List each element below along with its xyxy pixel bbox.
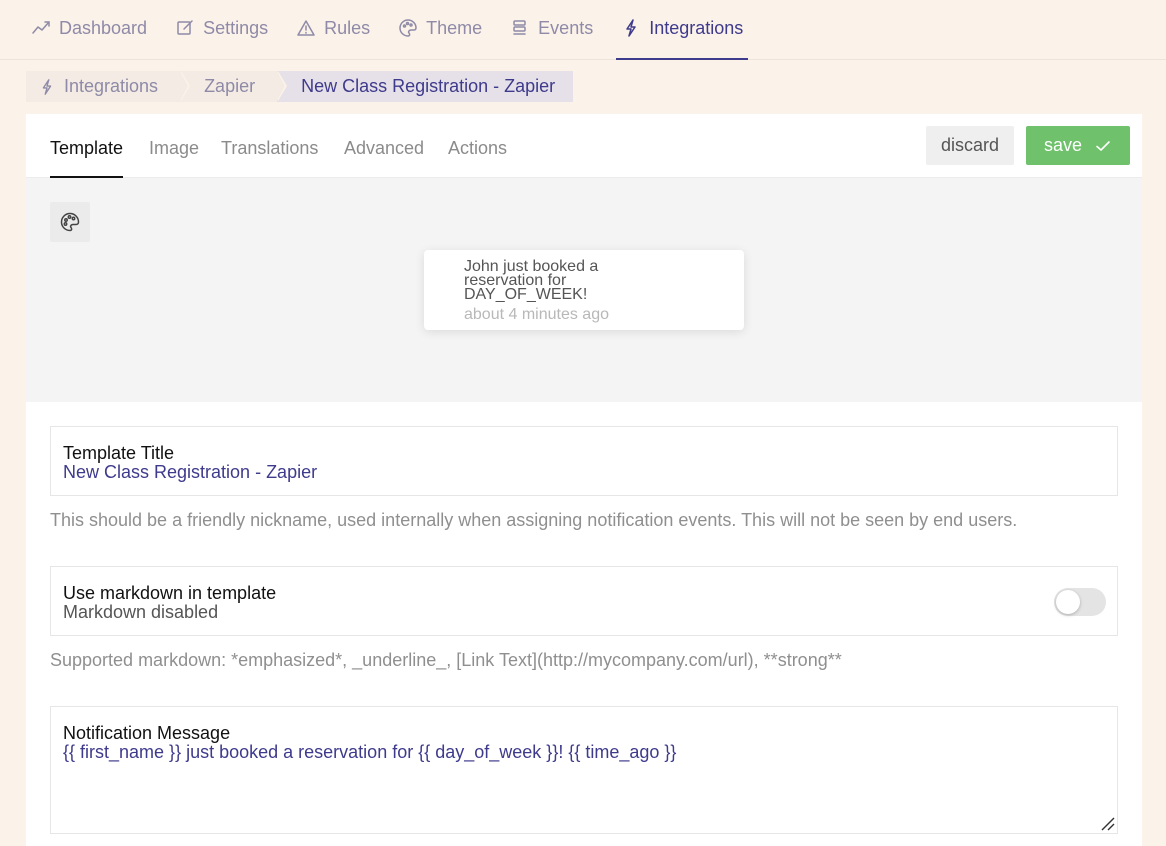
breadcrumb-label: Zapier bbox=[204, 76, 256, 96]
chart-line-icon bbox=[32, 21, 50, 34]
field-label: Template Title bbox=[63, 443, 175, 463]
checkmark-icon bbox=[1096, 140, 1110, 151]
notification-preview-message: John just booked a reservation for DAY_O… bbox=[464, 258, 599, 303]
template-title-input[interactable]: New Class Registration - Zapier bbox=[63, 463, 1105, 481]
nav-item-integrations[interactable]: Integrations bbox=[616, 0, 749, 60]
breadcrumb-label: New Class Registration - Zapier bbox=[301, 76, 556, 96]
template-title-field[interactable]: Template Title New Class Registration - … bbox=[50, 426, 1118, 496]
tab-actions[interactable]: Actions bbox=[448, 138, 507, 178]
notification-message-input[interactable]: {{ first_name }} just booked a reservati… bbox=[63, 743, 1105, 761]
notification-preview-time: about 4 minutes ago bbox=[464, 306, 609, 323]
field-label: Use markdown in template bbox=[63, 583, 277, 603]
list-icon bbox=[513, 20, 526, 35]
toggle-knob bbox=[1056, 590, 1080, 614]
tab-image[interactable]: Image bbox=[149, 138, 199, 178]
markdown-status: Markdown disabled bbox=[63, 602, 219, 622]
tab-translations[interactable]: Translations bbox=[221, 138, 318, 178]
nav-item-rules[interactable]: Rules bbox=[291, 0, 375, 56]
nav-item-label: Integrations bbox=[649, 17, 744, 38]
tab-template[interactable]: Template bbox=[50, 138, 124, 178]
notification-preview-card: John just booked a reservation for DAY_O… bbox=[424, 250, 744, 330]
palette-icon bbox=[60, 212, 80, 232]
notification-preview-area: John just booked a reservation for DAY_O… bbox=[26, 178, 1142, 402]
tab-advanced[interactable]: Advanced bbox=[344, 138, 424, 178]
tab-bar: Template Image Translations Advanced Act… bbox=[26, 114, 1142, 178]
breadcrumb-item-zapier[interactable]: Zapier bbox=[180, 71, 288, 102]
breadcrumb: Integrations Zapier New Class Registrati… bbox=[26, 71, 574, 102]
nav-item-label: Dashboard bbox=[59, 17, 148, 38]
top-nav: Dashboard Settings Rules Theme Events In… bbox=[0, 0, 1166, 60]
markdown-toggle[interactable] bbox=[1054, 588, 1106, 616]
save-button-label: save bbox=[1043, 135, 1083, 155]
save-button[interactable]: save bbox=[1026, 126, 1130, 165]
markdown-help: Supported markdown: *emphasized*, _under… bbox=[50, 650, 842, 670]
breadcrumb-label: Integrations bbox=[64, 76, 159, 96]
nav-item-settings[interactable]: Settings bbox=[170, 0, 273, 56]
bolt-icon bbox=[626, 19, 636, 37]
nav-item-label: Events bbox=[538, 17, 594, 38]
nav-item-label: Settings bbox=[203, 17, 269, 38]
resize-grip-icon bbox=[1101, 817, 1115, 831]
discard-button[interactable]: discard bbox=[926, 126, 1014, 165]
nav-item-label: Rules bbox=[324, 17, 371, 38]
field-label: Notification Message bbox=[63, 723, 231, 743]
template-title-help: This should be a friendly nickname, used… bbox=[50, 510, 1018, 530]
nav-item-theme[interactable]: Theme bbox=[393, 0, 487, 56]
nav-item-dashboard[interactable]: Dashboard bbox=[26, 0, 152, 56]
resize-handle[interactable] bbox=[1099, 815, 1115, 831]
breadcrumb-item-current: New Class Registration - Zapier bbox=[277, 71, 574, 102]
edit-icon bbox=[177, 20, 193, 35]
bolt-icon bbox=[42, 78, 52, 95]
nav-item-label: Theme bbox=[426, 17, 483, 38]
nav-item-events[interactable]: Events bbox=[505, 0, 598, 56]
palette-icon bbox=[399, 19, 417, 37]
theme-picker-button[interactable] bbox=[50, 202, 90, 242]
warning-icon bbox=[297, 20, 315, 36]
editor-card: Template Image Translations Advanced Act… bbox=[26, 114, 1142, 846]
markdown-field: Use markdown in template Markdown disabl… bbox=[50, 566, 1118, 636]
notification-message-field[interactable]: Notification Message {{ first_name }} ju… bbox=[50, 706, 1118, 834]
breadcrumb-item-integrations[interactable]: Integrations bbox=[26, 71, 191, 102]
